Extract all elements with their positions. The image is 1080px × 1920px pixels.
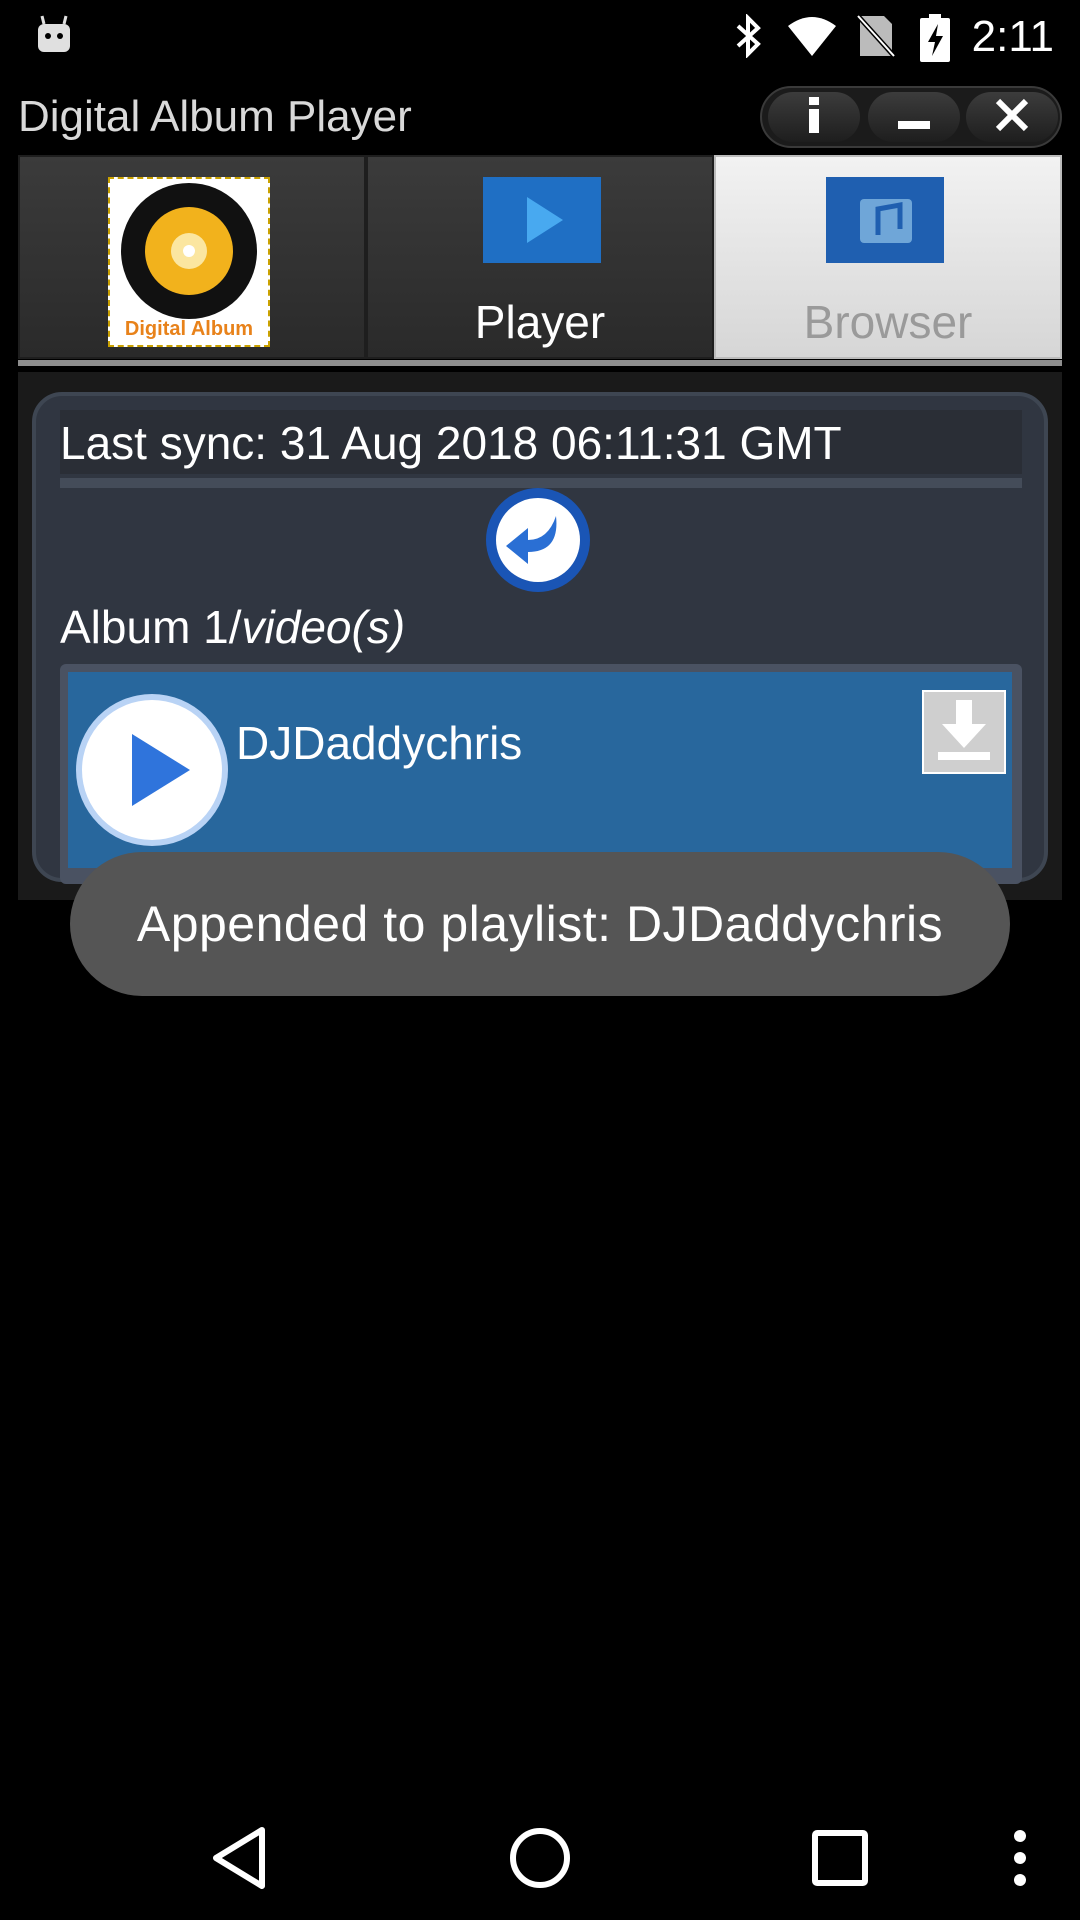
logo-text: Digital Album	[124, 318, 254, 340]
toast-text: Appended to playlist: DJDaddychris	[136, 896, 944, 952]
navigation-bar	[0, 1800, 1080, 1920]
sync-button[interactable]	[484, 486, 592, 594]
tab-digital-album[interactable]: Digital Album	[18, 155, 366, 359]
battery-charging-icon	[920, 14, 950, 67]
toast-message: Appended to playlist: DJDaddychris	[70, 852, 1010, 996]
home-icon	[508, 1826, 572, 1895]
info-icon	[804, 95, 824, 140]
status-time: 2:11	[971, 12, 1054, 61]
recents-button[interactable]	[780, 1800, 900, 1920]
overflow-menu-button[interactable]	[960, 1800, 1080, 1920]
android-debug-icon	[36, 14, 72, 59]
recents-icon	[812, 1829, 868, 1891]
tab-player[interactable]: Player	[366, 155, 714, 359]
app-title: Digital Album Player	[18, 92, 412, 141]
sync-status-bar: Last sync: 31 Aug 2018 06:11:31 GMT	[60, 410, 1022, 474]
last-sync-text: Last sync: 31 Aug 2018 06:11:31 GMT	[60, 417, 842, 469]
close-button[interactable]	[966, 92, 1058, 142]
tab-browser-label: Browser	[803, 296, 973, 348]
digital-album-logo: Digital Album	[108, 177, 270, 347]
status-bar: 2:11	[0, 0, 1080, 72]
track-title: DJDaddychris	[236, 717, 523, 769]
tab-bar: Digital Album Player Browser	[18, 155, 1062, 365]
tab-player-label: Player	[474, 296, 606, 348]
back-icon	[210, 1826, 270, 1895]
info-button[interactable]	[768, 92, 860, 142]
wifi-icon	[786, 14, 838, 63]
download-icon	[934, 698, 994, 767]
play-tab-icon	[483, 177, 601, 263]
home-button[interactable]	[480, 1800, 600, 1920]
minimize-button[interactable]	[868, 92, 960, 142]
close-icon	[994, 97, 1030, 138]
browser-tab-icon	[826, 177, 944, 263]
minimize-icon	[896, 97, 932, 138]
back-button[interactable]	[180, 1800, 300, 1920]
track-play-button[interactable]	[72, 690, 232, 850]
track-list: DJDaddychris	[60, 664, 1022, 884]
track-row[interactable]: DJDaddychris	[68, 672, 1012, 868]
bluetooth-icon	[728, 13, 768, 63]
browser-panel: Last sync: 31 Aug 2018 06:11:31 GMT Albu…	[32, 392, 1048, 884]
tabs-underline	[18, 360, 1062, 366]
no-sim-icon	[856, 14, 896, 63]
download-button[interactable]	[922, 690, 1006, 774]
overflow-menu-icon	[1012, 1828, 1028, 1893]
album-label: Album 1/video(s)	[60, 601, 406, 653]
tab-browser[interactable]: Browser	[714, 155, 1062, 359]
window-controls	[760, 86, 1062, 148]
sync-arrow-icon	[484, 488, 592, 598]
